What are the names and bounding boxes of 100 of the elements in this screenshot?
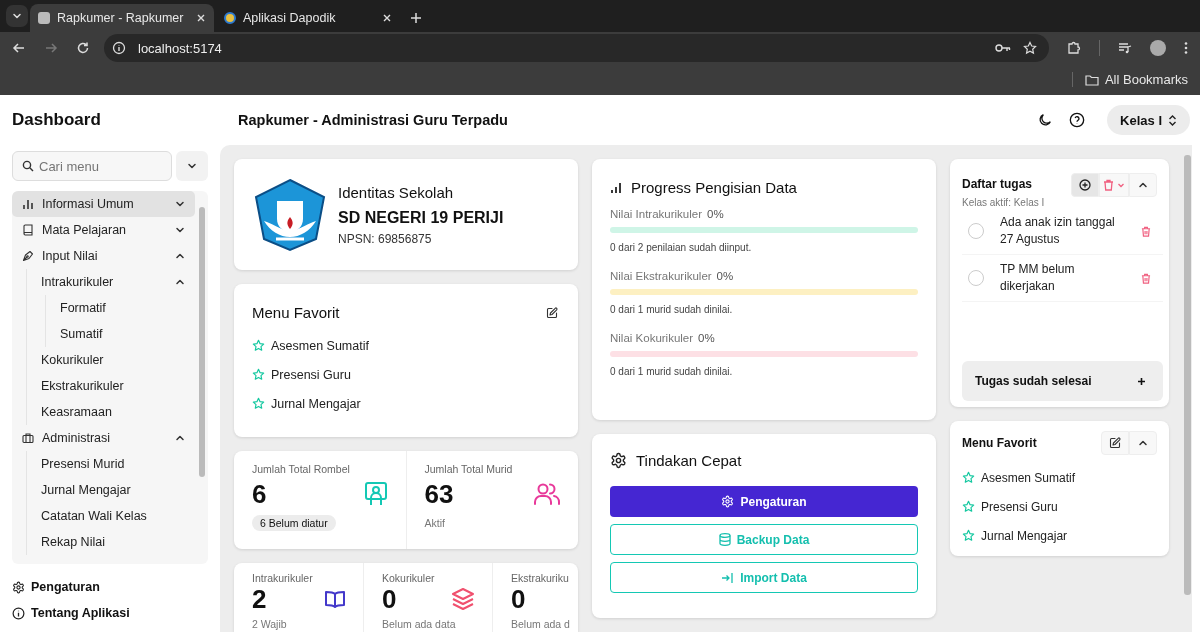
card-title: Daftar tugas — [962, 177, 1033, 191]
forward-icon[interactable] — [44, 41, 58, 55]
search-field[interactable]: Cari menu — [12, 151, 172, 181]
settings-icon — [721, 495, 735, 508]
completed-tasks-section[interactable]: Tugas sudah selesai — [962, 361, 1163, 401]
action-button[interactable]: Pengaturan — [610, 486, 918, 517]
search-icon — [22, 160, 34, 172]
moon-icon[interactable] — [1037, 112, 1054, 128]
plus-circle-icon — [1079, 179, 1091, 191]
stat-value: 2 — [252, 583, 267, 615]
reload-icon[interactable] — [76, 41, 90, 55]
nav-link[interactable]: Pengaturan — [12, 578, 208, 596]
star-icon — [252, 368, 265, 381]
browser-tab[interactable]: Aplikasi Dapodik — [216, 4, 400, 32]
sidebar-title: Dashboard — [12, 110, 102, 131]
close-icon[interactable] — [382, 13, 392, 23]
favorite-link[interactable]: Asesmen Sumatif — [252, 331, 560, 360]
card-title: Tindakan Cepat — [636, 452, 742, 469]
plus-icon — [1137, 376, 1146, 386]
nav-item[interactable]: Informasi Umum — [12, 191, 195, 217]
star-icon — [252, 339, 265, 352]
nav-item[interactable]: Formatif — [46, 295, 195, 321]
app-title: Rapkumer - Administrasi Guru Terpadu — [238, 112, 508, 128]
nav-item[interactable]: Keasramaan — [27, 399, 195, 425]
nav-item[interactable]: Ekstrakurikuler — [27, 373, 195, 399]
trash-icon[interactable] — [1141, 272, 1151, 284]
favorite-link[interactable]: Presensi Guru — [962, 492, 1157, 521]
school-npsn: NPSN: 69856875 — [338, 231, 433, 246]
briefcase-icon — [22, 432, 34, 444]
nav-item[interactable]: Mata Pelajaran — [12, 217, 195, 243]
nav-item[interactable]: Input Nilai — [12, 243, 195, 269]
pen-icon — [22, 250, 34, 262]
nav-item[interactable]: Intrakurikuler — [27, 269, 195, 295]
bookmark-folder[interactable]: All Bookmarks — [1071, 72, 1188, 87]
star-icon — [962, 500, 975, 513]
favorite-link[interactable]: Jurnal Mengajar — [962, 521, 1157, 550]
star-icon[interactable] — [1023, 41, 1037, 55]
nav-item[interactable]: Administrasi — [12, 425, 195, 451]
trash-icon[interactable] — [1141, 225, 1151, 237]
nav-link[interactable]: Tentang Aplikasi — [12, 604, 208, 622]
close-icon[interactable] — [196, 13, 206, 23]
nav-item[interactable]: Kokurikuler — [27, 347, 195, 373]
puzzle-icon[interactable] — [1067, 41, 1081, 55]
tab-search-button[interactable] — [6, 5, 28, 27]
favorite-link[interactable]: Presensi Guru — [252, 360, 560, 389]
bar-chart-icon — [22, 198, 34, 210]
progress-caption: 0 dari 1 murid sudah dinilai. — [610, 366, 734, 379]
nav-item[interactable]: Sumatif — [46, 321, 195, 347]
log-in-icon — [721, 571, 735, 584]
card-heading: Identitas Sekolah — [338, 183, 455, 201]
help-icon[interactable] — [1069, 112, 1086, 128]
edit-icon — [1109, 437, 1121, 449]
progress-percent: 0% — [707, 208, 724, 220]
stat-value: 6 — [252, 478, 267, 510]
favicon-icon — [224, 12, 236, 24]
progress-caption: 0 dari 1 murid sudah dinilai. — [610, 304, 734, 317]
class-select[interactable]: Kelas I — [1107, 105, 1190, 135]
card-title: Progress Pengisian Data — [631, 179, 797, 196]
status-badge: 6 Belum diatur — [252, 515, 336, 531]
browser-tab[interactable]: Rapkumer - Rapkumer — [30, 4, 214, 32]
add-button[interactable] — [1071, 173, 1099, 197]
progress-label: Nilai Ekstrakurikuler — [610, 270, 712, 282]
progress-caption: 0 dari 2 penilaian sudah diinput. — [610, 242, 753, 255]
nav-item[interactable]: Rekap Nilai — [27, 529, 195, 555]
stat-label: Jumlah Total Murid — [424, 463, 514, 475]
chevron-up-icon — [1138, 180, 1148, 190]
favorite-link[interactable]: Jurnal Mengajar — [252, 389, 560, 418]
info-icon — [112, 41, 126, 55]
back-icon[interactable] — [12, 41, 26, 55]
avatar[interactable] — [1150, 40, 1166, 56]
favorite-link[interactable]: Asesmen Sumatif — [962, 463, 1157, 492]
stat-note: Belum ada data — [382, 618, 456, 630]
stat-label: Jumlah Total Rombel — [252, 463, 351, 475]
settings-icon — [610, 452, 627, 469]
card-title: Menu Favorit — [962, 436, 1037, 450]
nav-item[interactable]: Jurnal Mengajar — [27, 477, 195, 503]
stat-label: Kokurikuler — [382, 572, 436, 584]
chevron-down-icon — [187, 161, 197, 171]
more-icon[interactable] — [1184, 41, 1188, 55]
key-icon[interactable] — [995, 42, 1011, 54]
progress-percent: 0% — [716, 270, 734, 282]
address-bar[interactable]: localhost:5174 — [104, 34, 1049, 62]
stat-label: Intrakurikuler — [252, 572, 314, 584]
edit-icon — [546, 306, 558, 319]
new-tab-icon[interactable] — [410, 12, 422, 24]
caret-icon — [1117, 181, 1125, 189]
nav-item[interactable]: Catatan Wali Kelas — [27, 503, 195, 529]
trash-icon — [1103, 179, 1114, 191]
edit-button[interactable] — [544, 304, 560, 321]
progress-percent: 0% — [698, 332, 715, 344]
progress-label: Nilai Kokurikuler — [610, 332, 694, 344]
stat-label: Ekstrakuriku — [511, 572, 570, 584]
database-icon — [718, 533, 731, 546]
media-icon[interactable] — [1118, 41, 1132, 55]
chevron-down-icon — [12, 11, 22, 21]
nav-item[interactable]: Presensi Murid — [27, 451, 195, 477]
edit-button[interactable] — [1101, 431, 1129, 455]
star-icon — [962, 471, 975, 484]
stat-value: 0 — [511, 583, 526, 615]
card-title: Menu Favorit — [252, 304, 340, 321]
